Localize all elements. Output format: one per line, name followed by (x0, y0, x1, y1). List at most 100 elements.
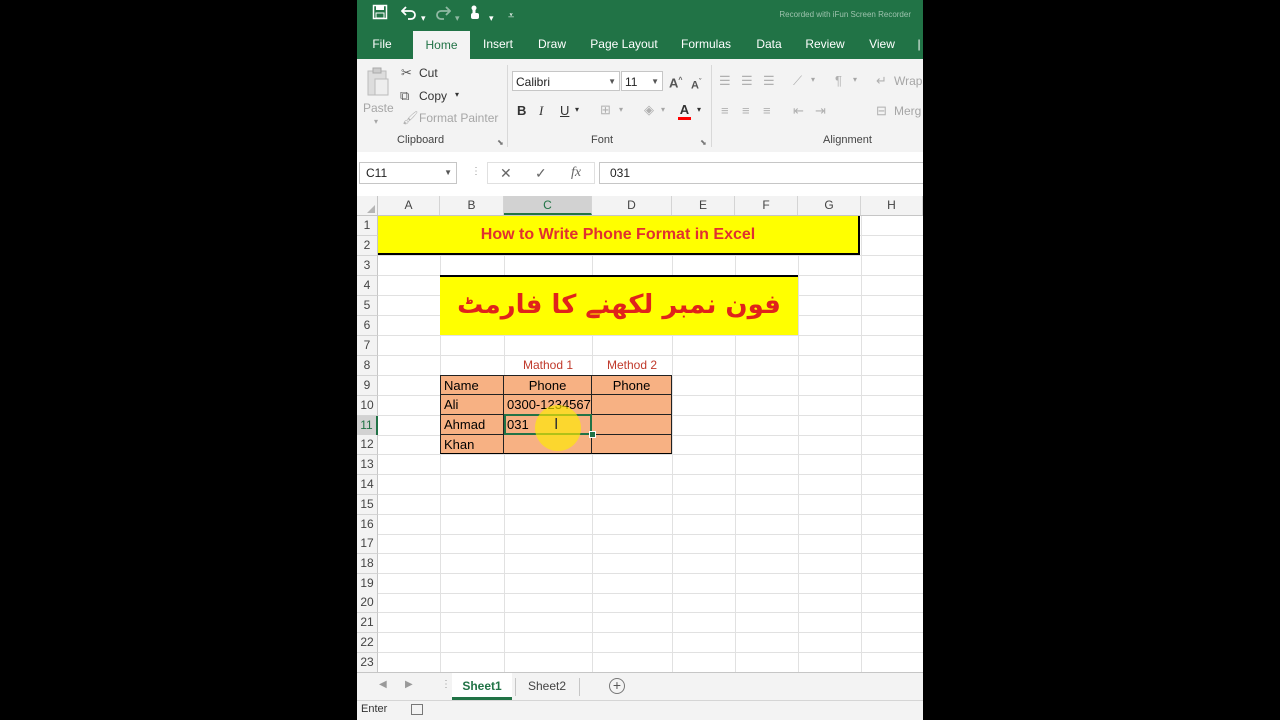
wrap-text-button[interactable]: Wrap (894, 74, 922, 88)
align-center-icon[interactable]: ≡ (742, 103, 750, 119)
row-header[interactable]: 14 (357, 475, 378, 495)
column-header-b[interactable]: B (440, 196, 504, 215)
borders-icon[interactable]: ⊞ (600, 102, 611, 118)
tab-insert[interactable]: Insert (477, 30, 519, 59)
italic-button[interactable]: I (539, 103, 543, 119)
copy-button[interactable]: Copy (419, 89, 447, 103)
undo-icon[interactable] (400, 4, 417, 26)
method-1-label[interactable]: Mathod 1 (504, 356, 592, 375)
column-header-e[interactable]: E (672, 196, 735, 215)
orientation-dropdown-icon[interactable]: ▾ (811, 75, 815, 84)
row-header[interactable]: 21 (357, 613, 378, 633)
row-header[interactable]: 10 (357, 396, 378, 416)
row-header[interactable]: 15 (357, 495, 378, 515)
tab-data[interactable]: Data (751, 30, 787, 59)
row-header[interactable]: 8 (357, 356, 378, 376)
worksheet-grid[interactable]: A B C D E F G H 1 2 3 4 5 6 7 8 9 10 11 … (357, 196, 923, 672)
column-header-a[interactable]: A (378, 196, 440, 215)
tab-review[interactable]: Review (801, 30, 849, 59)
text-direction-icon[interactable]: ¶ (835, 73, 842, 89)
table-cell-phone[interactable] (592, 395, 672, 415)
sheet-tab-sheet1[interactable]: Sheet1 (452, 673, 512, 700)
column-header-g[interactable]: G (798, 196, 861, 215)
increase-indent-icon[interactable]: ⇥ (815, 103, 826, 119)
row-header[interactable]: 1 (357, 216, 378, 236)
font-size-combo[interactable]: 11 ▼ (621, 71, 663, 91)
cut-button[interactable]: Cut (419, 66, 438, 80)
row-header[interactable]: 22 (357, 633, 378, 653)
redo-icon[interactable] (435, 4, 452, 26)
macro-recording-icon[interactable] (411, 704, 423, 715)
font-name-combo[interactable]: Calibri ▼ (512, 71, 620, 91)
align-bottom-icon[interactable]: ☰ (763, 73, 775, 89)
table-cell-phone[interactable] (592, 415, 672, 435)
row-header[interactable]: 9 (357, 376, 378, 396)
column-header-c[interactable]: C (504, 196, 592, 215)
clipboard-launcher-icon[interactable]: ⬊ (497, 138, 504, 147)
borders-dropdown-icon[interactable]: ▾ (619, 105, 623, 114)
fill-color-dropdown-icon[interactable]: ▾ (661, 105, 665, 114)
redo-dropdown-icon[interactable]: ▾ (455, 8, 460, 28)
row-header[interactable]: 12 (357, 435, 378, 455)
undo-dropdown-icon[interactable]: ▾ (421, 8, 426, 28)
tab-view[interactable]: View (864, 30, 900, 59)
row-header[interactable]: 7 (357, 336, 378, 356)
table-cell-name[interactable]: Ahmad (440, 415, 504, 435)
align-top-icon[interactable]: ☰ (719, 73, 731, 89)
row-header[interactable]: 13 (357, 455, 378, 475)
row-header[interactable]: 16 (357, 515, 378, 535)
row-header[interactable]: 18 (357, 554, 378, 574)
tab-file[interactable]: File (365, 30, 399, 59)
align-left-icon[interactable]: ≡ (721, 103, 729, 119)
add-sheet-button[interactable]: + (609, 678, 625, 694)
touch-mode-icon[interactable] (467, 4, 483, 26)
row-header[interactable]: 2 (357, 236, 378, 256)
decrease-indent-icon[interactable]: ⇤ (793, 103, 804, 119)
underline-button[interactable]: U (560, 103, 569, 119)
row-header[interactable]: 17 (357, 534, 378, 554)
sheet-tab-sheet2[interactable]: Sheet2 (517, 673, 577, 700)
tab-draw[interactable]: Draw (533, 30, 571, 59)
text-direction-dropdown-icon[interactable]: ▾ (853, 75, 857, 84)
formula-input[interactable]: 031 (599, 162, 923, 184)
row-header[interactable]: 23 (357, 653, 378, 672)
shrink-font-button[interactable]: Aˇ (691, 75, 701, 94)
select-all-button[interactable] (357, 196, 378, 215)
customize-icon[interactable]: ⩡ (508, 6, 514, 26)
table-cell-name[interactable]: Khan (440, 435, 504, 454)
tab-home[interactable]: Home (413, 31, 470, 59)
insert-function-button[interactable]: fx (571, 164, 581, 182)
table-header-name[interactable]: Name (440, 375, 504, 395)
table-cell-phone[interactable] (592, 435, 672, 454)
row-header[interactable]: 3 (357, 256, 378, 276)
save-icon[interactable] (372, 4, 388, 26)
row-header-selected[interactable]: 11 (357, 416, 378, 436)
underline-dropdown-icon[interactable]: ▾ (575, 105, 579, 114)
scroll-right-icon[interactable]: ▶ (405, 679, 413, 690)
table-cell-name[interactable]: Ali (440, 395, 504, 415)
touch-dropdown-icon[interactable]: ▾ (489, 8, 494, 28)
cancel-entry-icon[interactable]: ✕ (500, 164, 512, 182)
orientation-icon[interactable]: ⟋ (793, 73, 802, 89)
font-color-dropdown-icon[interactable]: ▾ (697, 105, 701, 114)
row-header[interactable]: 4 (357, 276, 378, 296)
urdu-title-cell[interactable]: فون نمبر لکھنے کا فارمٹ (440, 275, 798, 335)
title-banner-cell[interactable]: How to Write Phone Format in Excel (378, 216, 860, 255)
bold-button[interactable]: B (517, 103, 526, 119)
row-header[interactable]: 20 (357, 593, 378, 613)
table-header-phone-2[interactable]: Phone (592, 375, 672, 395)
fill-color-icon[interactable]: ◈ (644, 102, 654, 118)
format-painter-button[interactable]: Format Painter (419, 111, 498, 125)
column-header-f[interactable]: F (735, 196, 798, 215)
scroll-left-icon[interactable]: ◀ (379, 679, 387, 690)
tab-more[interactable]: | (915, 30, 923, 59)
paste-button[interactable]: Paste ▾ (361, 65, 394, 127)
method-2-label[interactable]: Method 2 (592, 356, 672, 375)
tab-formulas[interactable]: Formulas (676, 30, 736, 59)
column-header-h[interactable]: H (861, 196, 923, 215)
fill-handle[interactable] (589, 431, 596, 438)
align-middle-icon[interactable]: ☰ (741, 73, 753, 89)
merge-button[interactable]: Merg (894, 104, 921, 118)
row-header[interactable]: 5 (357, 296, 378, 316)
column-header-d[interactable]: D (592, 196, 672, 215)
